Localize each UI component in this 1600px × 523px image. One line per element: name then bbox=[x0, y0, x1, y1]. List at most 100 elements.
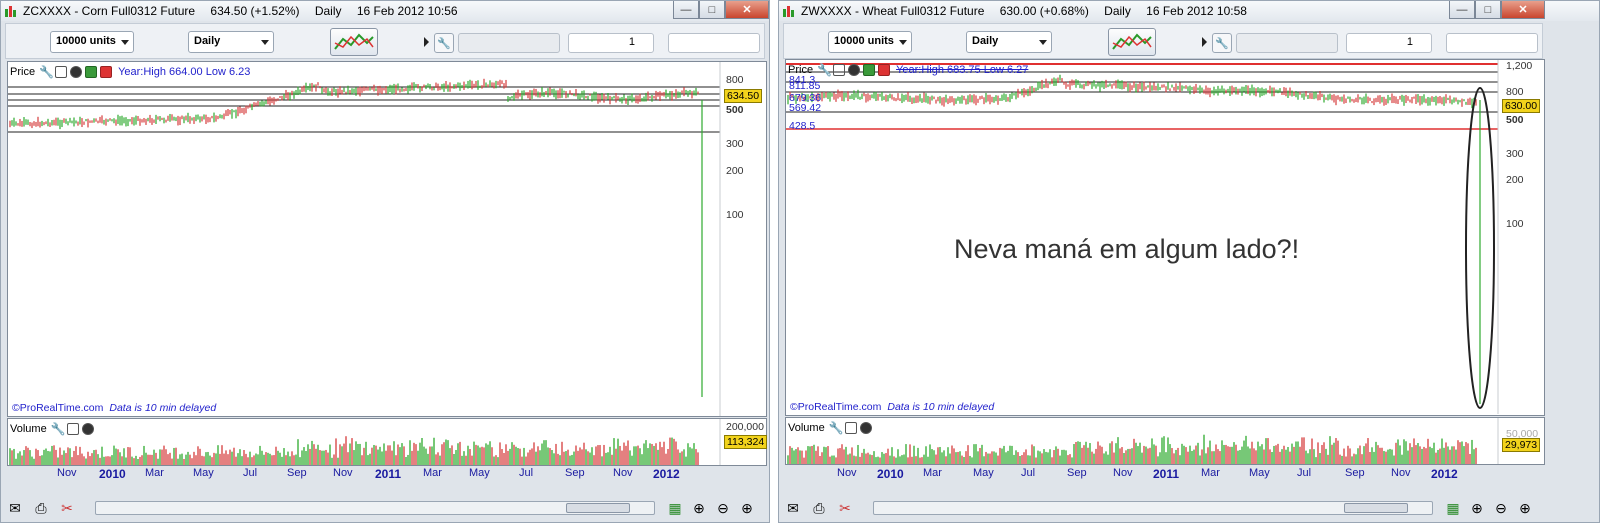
zoom-fit-icon[interactable]: ⊕ bbox=[689, 499, 709, 517]
credit-site: ©ProRealTime.com bbox=[12, 402, 104, 414]
y-tick: 200 bbox=[726, 165, 744, 177]
data-credit: ©ProRealTime.com Data is 10 min delayed bbox=[12, 402, 216, 414]
close-button[interactable]: ✕ bbox=[725, 1, 769, 19]
time-scrollbar[interactable] bbox=[873, 501, 1433, 515]
x-tick: May bbox=[973, 467, 994, 479]
zoom-fit-icon[interactable]: ⊕ bbox=[1467, 499, 1487, 517]
zoom-out-icon[interactable]: ⊖ bbox=[1491, 499, 1511, 517]
corn-chart-window: ZCXXXX - Corn Full0312 Future 634.50 (+1… bbox=[0, 0, 770, 523]
window-icon[interactable] bbox=[844, 422, 857, 434]
chart-app-icon bbox=[5, 6, 16, 17]
period-value: Daily bbox=[194, 35, 221, 47]
year-range: Year:High 664.00 Low 6.23 bbox=[118, 66, 251, 78]
close-circle-icon[interactable] bbox=[859, 422, 872, 434]
zoom-out-icon[interactable]: ⊖ bbox=[713, 499, 733, 517]
period-dropdown[interactable]: Daily bbox=[966, 31, 1052, 53]
window-symbol: ZWXXXX - Wheat Full0312 Future bbox=[801, 4, 985, 18]
units-dropdown[interactable]: 10000 units bbox=[828, 31, 912, 53]
chart-app-icon bbox=[783, 6, 794, 17]
wrench-icon[interactable]: 🔧 bbox=[817, 64, 832, 76]
volume-panel: Volume 🔧 50,000 29,973 bbox=[785, 417, 1545, 465]
tools-button[interactable]: 🔧 bbox=[1212, 33, 1232, 53]
x-tick: Sep bbox=[1067, 467, 1087, 479]
maximize-button[interactable]: □ bbox=[1475, 1, 1501, 19]
bottom-toolbar: ✉ ⎙ ✂ ▦ ⊕ ⊖ ⊕ bbox=[783, 496, 1595, 520]
play-icon[interactable] bbox=[424, 37, 429, 47]
arrow-up-icon[interactable] bbox=[85, 66, 98, 78]
x-tick: Jul bbox=[1297, 467, 1312, 479]
zoom-in-icon[interactable]: ⊕ bbox=[1515, 499, 1535, 517]
units-dropdown[interactable]: 10000 units bbox=[50, 31, 134, 53]
quantity-value: 1 bbox=[1406, 36, 1413, 48]
chart-type-button[interactable] bbox=[330, 28, 378, 56]
x-tick: 2012 bbox=[1431, 467, 1458, 481]
volume-chart bbox=[9, 419, 721, 465]
x-tick: Sep bbox=[565, 467, 585, 479]
window-quote: 634.50 (+1.52%) bbox=[210, 4, 300, 18]
wrench-icon[interactable]: 🔧 bbox=[39, 66, 54, 78]
play-icon[interactable] bbox=[1202, 37, 1207, 47]
wrench-icon[interactable]: 🔧 bbox=[51, 423, 66, 435]
data-credit: ©ProRealTime.com Data is 10 min delayed bbox=[790, 401, 994, 413]
minimize-button[interactable]: — bbox=[673, 1, 699, 19]
zoom-in-icon[interactable]: ⊕ bbox=[737, 499, 757, 517]
close-circle-icon[interactable] bbox=[70, 66, 83, 78]
chart-toolbar: 10000 units Daily 🔧 1 bbox=[5, 23, 765, 59]
x-tick: Nov bbox=[1113, 467, 1133, 479]
bottom-toolbar: ✉ ⎙ ✂ ▦ ⊕ ⊖ ⊕ bbox=[5, 496, 765, 520]
title-bar: ZCXXXX - Corn Full0312 Future 634.50 (+1… bbox=[1, 1, 769, 21]
window-symbol: ZCXXXX - Corn Full0312 Future bbox=[23, 4, 196, 18]
print-icon[interactable]: ⎙ bbox=[809, 499, 829, 517]
x-tick: May bbox=[469, 467, 490, 479]
quantity-stepper[interactable]: 1 bbox=[568, 33, 654, 53]
scissors-icon[interactable]: ✂ bbox=[835, 499, 855, 517]
x-tick: Mar bbox=[145, 467, 164, 479]
quantity-value: 1 bbox=[628, 36, 635, 48]
maximize-button[interactable]: □ bbox=[699, 1, 725, 19]
volume-label: Volume bbox=[788, 422, 825, 434]
close-button[interactable]: ✕ bbox=[1501, 1, 1545, 19]
tools-button[interactable]: 🔧 bbox=[434, 33, 454, 53]
scissors-icon[interactable]: ✂ bbox=[57, 499, 77, 517]
add-indicator-icon[interactable] bbox=[878, 64, 891, 76]
mail-icon[interactable]: ✉ bbox=[5, 499, 25, 517]
scroll-thumb[interactable] bbox=[566, 503, 630, 513]
x-tick: Nov bbox=[57, 467, 77, 479]
bar-spacing-icon[interactable]: ▦ bbox=[1443, 499, 1463, 517]
units-value: 10000 units bbox=[56, 35, 116, 47]
add-indicator-icon[interactable] bbox=[100, 66, 113, 78]
window-period: Daily bbox=[1104, 4, 1131, 18]
window-icon[interactable] bbox=[66, 423, 79, 435]
chart-type-button[interactable] bbox=[1108, 28, 1156, 56]
close-circle-icon[interactable] bbox=[81, 423, 94, 435]
annotation-text: Neva maná em algum lado?! bbox=[954, 234, 1300, 264]
y-tick: 300 bbox=[726, 138, 744, 150]
wrench-icon[interactable]: 🔧 bbox=[829, 422, 844, 434]
chevron-down-icon bbox=[899, 40, 907, 45]
scroll-thumb[interactable] bbox=[1344, 503, 1408, 513]
close-circle-icon[interactable] bbox=[848, 64, 861, 76]
price-input[interactable] bbox=[668, 33, 760, 53]
print-icon[interactable]: ⎙ bbox=[31, 499, 51, 517]
window-icon[interactable] bbox=[55, 66, 68, 78]
window-datetime: 16 Feb 2012 10:56 bbox=[356, 4, 458, 18]
y-tick: 500 bbox=[726, 104, 744, 116]
minimize-button[interactable]: — bbox=[1449, 1, 1475, 19]
window-icon[interactable] bbox=[833, 64, 846, 76]
arrow-up-icon[interactable] bbox=[863, 64, 876, 76]
y-tick: 200 bbox=[1506, 174, 1524, 186]
time-scrollbar[interactable] bbox=[95, 501, 655, 515]
period-dropdown[interactable]: Daily bbox=[188, 31, 274, 53]
bar-spacing-icon[interactable]: ▦ bbox=[665, 499, 685, 517]
last-price-tag: 630.00 bbox=[1502, 99, 1541, 113]
mail-icon[interactable]: ✉ bbox=[783, 499, 803, 517]
order-type-field[interactable] bbox=[1236, 33, 1338, 53]
price-panel-header: Price 🔧 Year:High 683.75 Low 6.27 bbox=[788, 62, 1028, 78]
period-value: Daily bbox=[972, 35, 999, 47]
price-input[interactable] bbox=[1446, 33, 1538, 53]
chevron-down-icon bbox=[261, 40, 269, 45]
quantity-stepper[interactable]: 1 bbox=[1346, 33, 1432, 53]
order-type-field[interactable] bbox=[458, 33, 560, 53]
credit-site: ©ProRealTime.com bbox=[790, 401, 882, 413]
wrench-icon: 🔧 bbox=[437, 37, 451, 50]
